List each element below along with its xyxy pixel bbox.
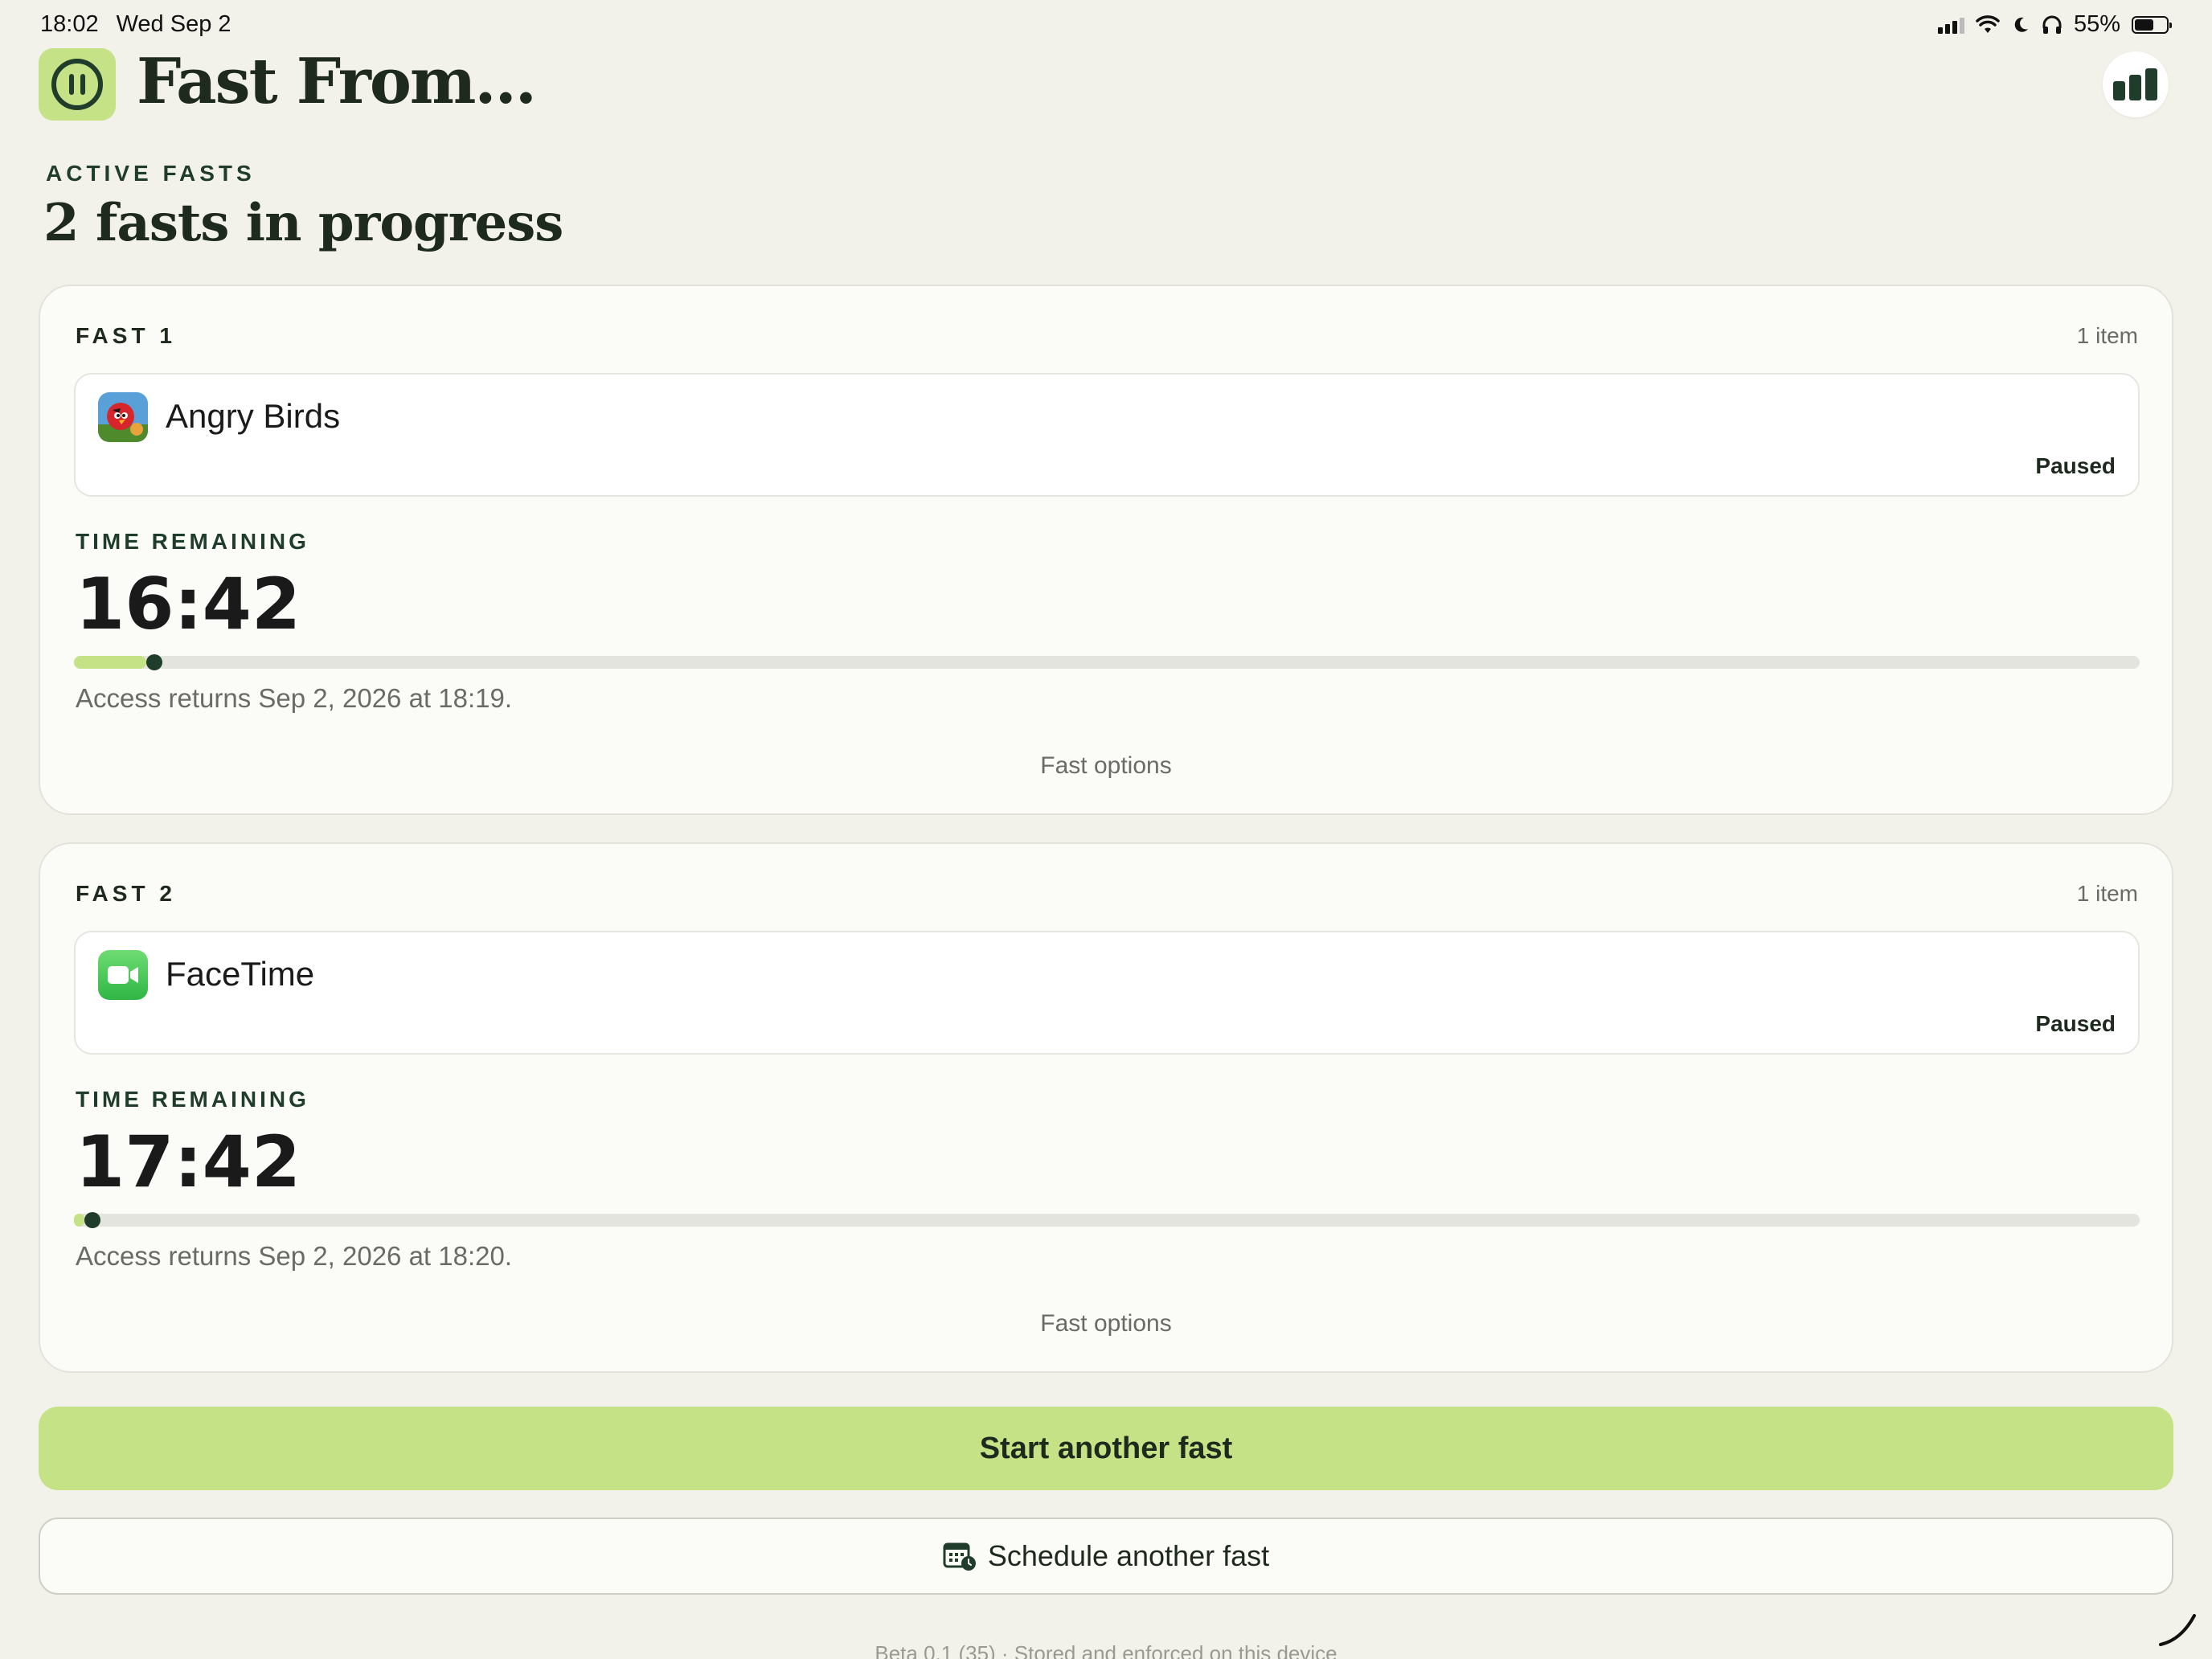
fast-item[interactable]: FaceTime Paused bbox=[74, 931, 2140, 1055]
status-date: Wed Sep 2 bbox=[116, 11, 231, 37]
pause-circle-icon[interactable] bbox=[39, 48, 116, 121]
progress-knob bbox=[145, 654, 162, 670]
facetime-app-icon bbox=[98, 950, 148, 1000]
section-title: 2 fasts in progress bbox=[43, 193, 563, 253]
item-count: 1 item bbox=[2076, 881, 2138, 906]
access-returns-text: Access returns Sep 2, 2026 at 18:19. bbox=[76, 683, 513, 713]
progress-bar bbox=[74, 654, 2140, 670]
section-eyebrow: ACTIVE FASTS bbox=[46, 161, 256, 186]
calendar-clock-icon bbox=[943, 1542, 976, 1571]
start-another-fast-button[interactable]: Start another fast bbox=[39, 1407, 2173, 1490]
angry-birds-app-icon bbox=[98, 392, 148, 442]
time-remaining-label: TIME REMAINING bbox=[76, 1087, 309, 1112]
progress-bar bbox=[74, 1212, 2140, 1228]
time-remaining-value: 17:42 bbox=[76, 1120, 301, 1203]
status-bar: 18:02 Wed Sep 2 55% bbox=[0, 0, 2212, 51]
fast-label: FAST 2 bbox=[76, 881, 176, 906]
progress-knob bbox=[84, 1212, 100, 1228]
battery-percent: 55% bbox=[2073, 11, 2120, 37]
fast-options-button[interactable]: Fast options bbox=[40, 1310, 2172, 1337]
fast-card-2: FAST 2 1 item FaceTime Paused TIME REMAI… bbox=[39, 842, 2173, 1373]
item-count: 1 item bbox=[2076, 323, 2138, 348]
status-badge: Paused bbox=[2035, 453, 2116, 478]
item-name: Angry Birds bbox=[166, 397, 341, 435]
progress-fill bbox=[74, 1214, 84, 1227]
access-returns-text: Access returns Sep 2, 2026 at 18:20. bbox=[76, 1241, 513, 1271]
status-right: 55% bbox=[1937, 11, 2172, 38]
scribble-handle-icon[interactable] bbox=[2157, 1612, 2198, 1648]
app-title: Fast From... bbox=[137, 45, 537, 118]
fast-options-button[interactable]: Fast options bbox=[40, 752, 2172, 780]
fast-label: FAST 1 bbox=[76, 323, 176, 348]
bar-chart-icon bbox=[2113, 68, 2157, 100]
schedule-another-fast-button[interactable]: Schedule another fast bbox=[39, 1518, 2173, 1595]
time-remaining-label: TIME REMAINING bbox=[76, 529, 309, 554]
fast-card-1: FAST 1 1 item Angry Birds Paused TIME RE… bbox=[39, 285, 2173, 815]
stats-button[interactable] bbox=[2103, 51, 2169, 117]
status-left: 18:02 Wed Sep 2 bbox=[40, 11, 231, 38]
headphones-icon bbox=[2042, 15, 2062, 34]
cellular-signal-icon bbox=[1937, 16, 1964, 34]
app-screen: 18:02 Wed Sep 2 55% Fast From... ACTIVE … bbox=[0, 0, 2212, 1659]
start-another-fast-label: Start another fast bbox=[979, 1431, 1233, 1465]
moon-icon bbox=[2014, 17, 2028, 32]
time-remaining-value: 16:42 bbox=[76, 563, 301, 645]
fast-item[interactable]: Angry Birds Paused bbox=[74, 373, 2140, 497]
progress-fill bbox=[74, 656, 146, 669]
item-name: FaceTime bbox=[166, 955, 315, 993]
battery-icon bbox=[2132, 15, 2172, 34]
footer-text: Beta 0.1 (35) · Stored and enforced on t… bbox=[875, 1641, 1337, 1659]
schedule-another-fast-label: Schedule another fast bbox=[987, 1539, 1270, 1572]
wifi-icon bbox=[1976, 14, 2000, 33]
status-time: 18:02 bbox=[40, 11, 99, 37]
status-badge: Paused bbox=[2035, 1011, 2116, 1036]
